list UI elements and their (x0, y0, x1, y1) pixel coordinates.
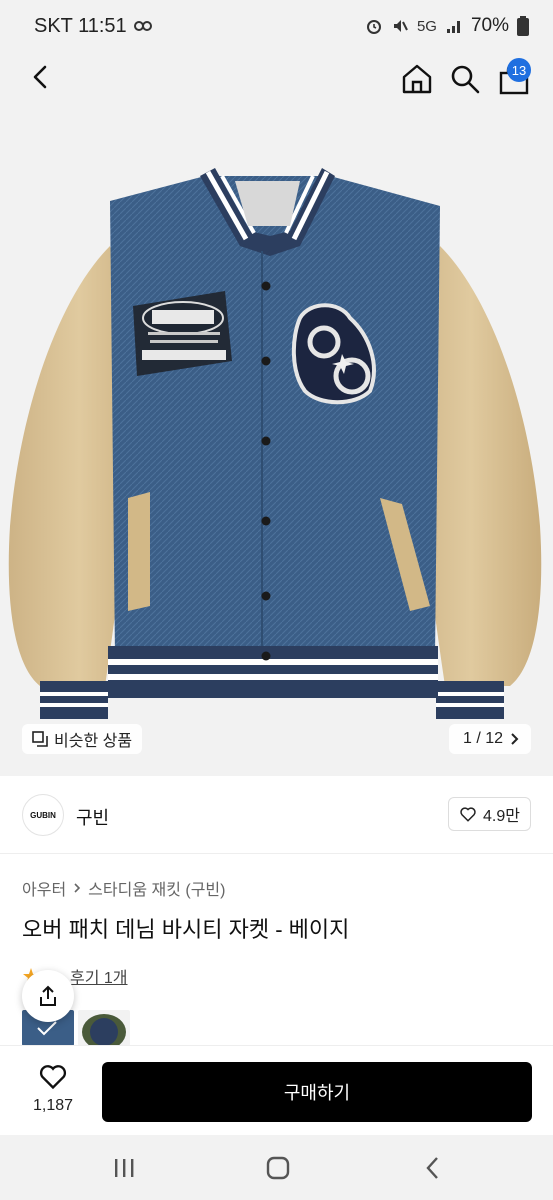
share-icon (40, 985, 56, 1006)
home-nav-icon[interactable] (263, 1153, 293, 1183)
alarm-icon (366, 20, 381, 34)
similar-products-label: 비슷한 상품 (54, 733, 133, 750)
product-image[interactable] (0, 106, 553, 776)
carrier-time: SKT 11:51 (34, 14, 127, 37)
battery-icon (517, 16, 529, 36)
signal-icon (446, 21, 460, 33)
similar-products-button[interactable]: 비슷한 상품 (22, 724, 143, 754)
app-header (0, 52, 553, 106)
search-icon[interactable] (448, 62, 482, 96)
breadcrumb-category[interactable]: 아우터 (22, 876, 66, 900)
review-thumbnail[interactable] (78, 1010, 130, 1046)
cart-count-badge: 13 (507, 58, 531, 82)
chevron-right-icon (511, 733, 519, 745)
breadcrumb-subcategory[interactable]: 스타디움 재킷 (구빈) (88, 876, 225, 900)
review-link[interactable]: 후기 1개 (70, 964, 128, 988)
copy-icon (32, 731, 48, 747)
home-icon[interactable] (400, 62, 434, 96)
brand-like-button[interactable]: 4.9만 (448, 797, 531, 831)
buy-button[interactable]: 구매하기 (102, 1062, 532, 1122)
jacket-illustration (8, 168, 542, 719)
recents-icon[interactable] (109, 1153, 139, 1183)
battery-percent: 70% (470, 15, 509, 36)
product-title: 오버 패치 데님 바시티 자켓 - 베이지 (22, 917, 350, 942)
chevron-right-icon (74, 883, 81, 893)
wishlist-count: 1,187 (32, 1097, 74, 1114)
system-nav-bar (0, 1135, 553, 1200)
status-bar: SKT 11:51 5G 70% (0, 0, 553, 52)
back-nav-icon[interactable] (418, 1153, 448, 1183)
heart-icon (39, 1065, 67, 1090)
heart-icon (460, 807, 476, 822)
link-icon (133, 21, 152, 31)
wishlist-button[interactable]: 1,187 (28, 1064, 78, 1115)
network-label: 5G (416, 17, 437, 35)
brand-row[interactable]: GUBIN 구빈 4.9만 (0, 776, 553, 854)
image-pager-label: 1 / 12 (462, 730, 503, 747)
brand-name[interactable]: 구빈 (76, 804, 109, 830)
brand-logo[interactable]: GUBIN (22, 794, 64, 836)
brand-logo-text: GUBIN (30, 810, 56, 820)
breadcrumb: 아우터 스타디움 재킷 (구빈) (22, 876, 225, 900)
share-button[interactable] (22, 970, 74, 1022)
image-pager[interactable]: 1 / 12 (448, 724, 531, 754)
back-icon[interactable] (26, 62, 56, 92)
purchase-bar: 1,187 구매하기 (0, 1045, 553, 1135)
brand-like-count: 4.9만 (483, 808, 520, 825)
mute-icon (393, 20, 408, 32)
